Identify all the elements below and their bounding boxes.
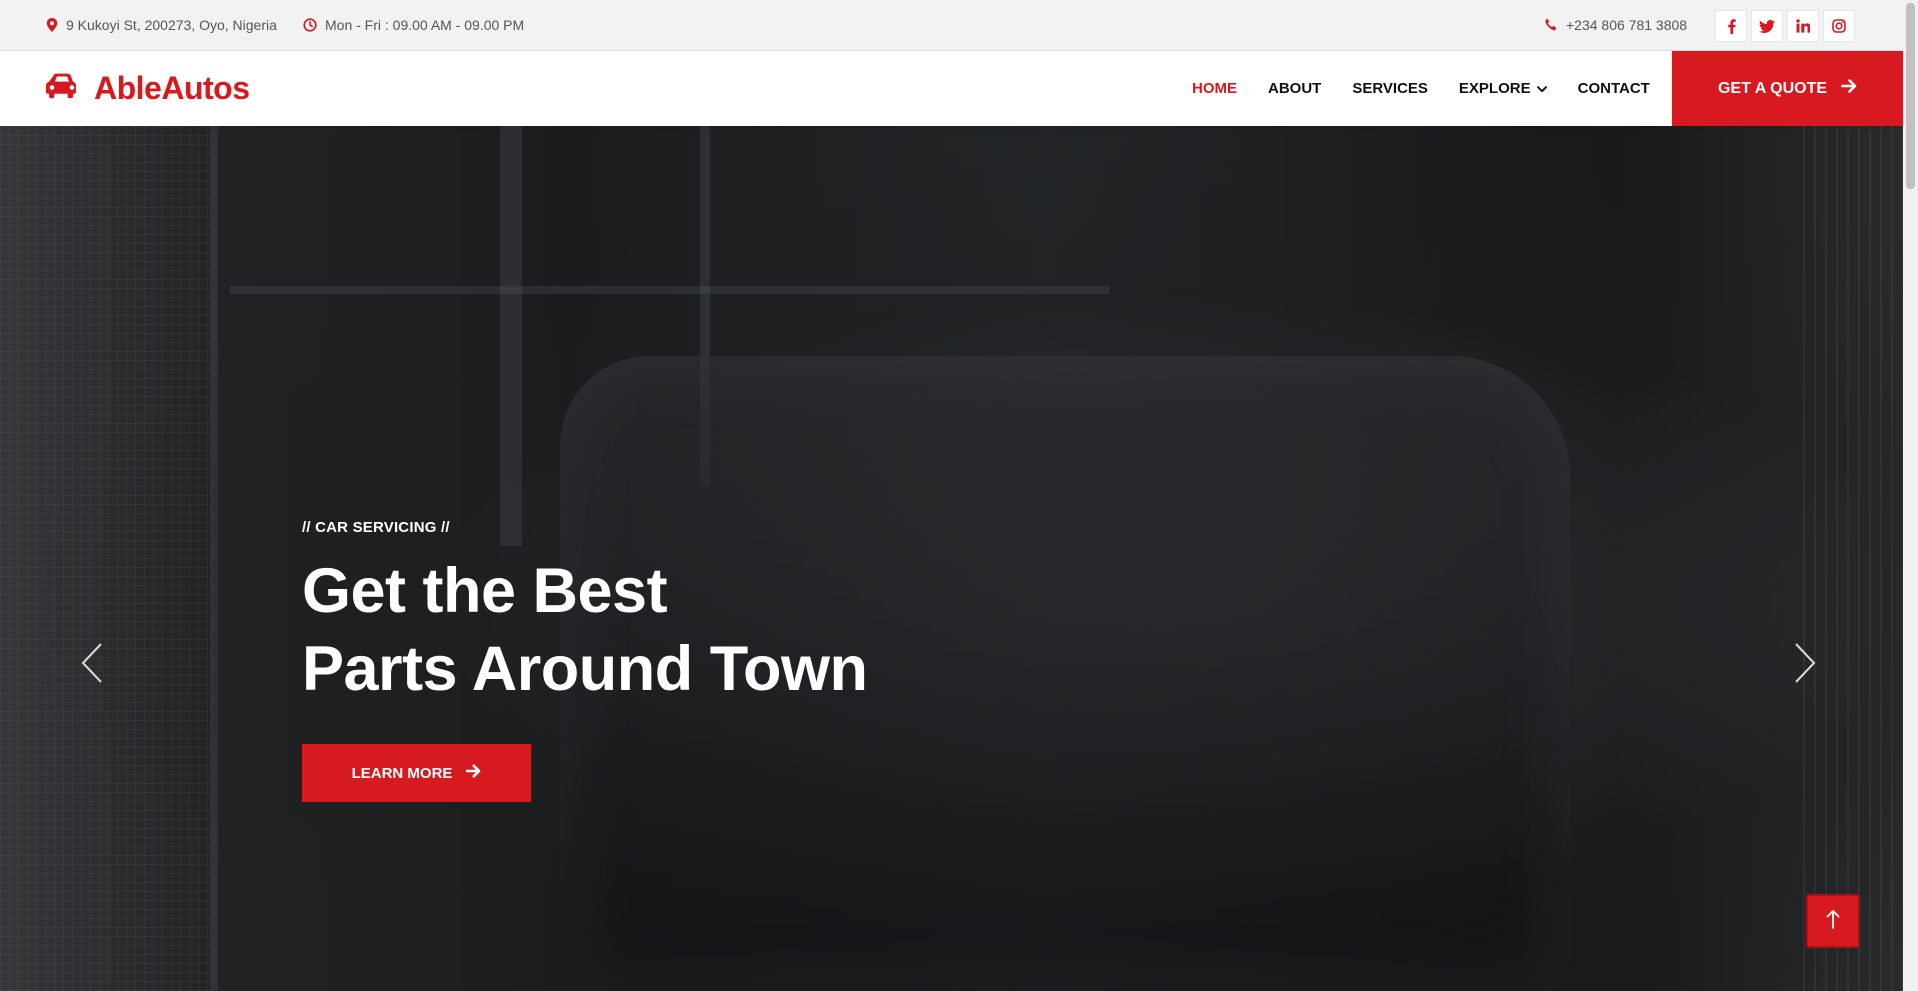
nav-item-label: SERVICES — [1352, 80, 1428, 97]
phone-icon — [1544, 18, 1558, 32]
address-text: 9 Kukoyi St, 200273, Oyo, Nigeria — [66, 17, 277, 33]
chevron-down-icon — [1536, 80, 1547, 97]
nav-item-about[interactable]: ABOUT — [1268, 80, 1321, 97]
main-navbar: AbleAutos HOME ABOUT SERVICES EXPLORE CO… — [0, 51, 1903, 126]
nav-item-home[interactable]: HOME — [1192, 80, 1237, 97]
back-to-top-button[interactable] — [1806, 894, 1860, 948]
brand-logo[interactable]: AbleAutos — [46, 51, 250, 126]
facebook-icon[interactable] — [1715, 10, 1747, 42]
top-info-bar: 9 Kukoyi St, 200273, Oyo, Nigeria Mon - … — [0, 0, 1903, 51]
hero-content: // CAR SERVICING // Get the Best Parts A… — [302, 519, 868, 802]
address-info: 9 Kukoyi St, 200273, Oyo, Nigeria — [46, 0, 277, 50]
clock-icon — [303, 18, 317, 32]
arrow-right-icon — [466, 764, 481, 782]
hours-info: Mon - Fri : 09.00 AM - 09.00 PM — [303, 0, 524, 50]
nav-item-label: HOME — [1192, 80, 1237, 97]
nav-item-contact[interactable]: CONTACT — [1578, 80, 1650, 97]
arrow-up-icon — [1826, 909, 1840, 934]
hero-headline-line: Parts Around Town — [302, 634, 868, 704]
linkedin-icon[interactable] — [1787, 10, 1819, 42]
slider-prev-arrow[interactable] — [81, 642, 103, 689]
hero-headline-line: Get the Best — [302, 556, 668, 626]
social-links — [1715, 10, 1855, 42]
hero-overlay — [0, 126, 1903, 991]
hero-headline: Get the Best Parts Around Town — [302, 552, 868, 708]
nav-item-label: EXPLORE — [1458, 80, 1531, 97]
slider-next-arrow[interactable] — [1794, 642, 1816, 689]
nav-item-explore[interactable]: EXPLORE — [1459, 80, 1547, 97]
quote-button-label: GET A QUOTE — [1717, 79, 1828, 97]
learn-more-button[interactable]: LEARN MORE — [302, 744, 531, 802]
hero-kicker: // CAR SERVICING // — [302, 519, 450, 536]
scrollbar-thumb[interactable] — [1906, 3, 1915, 189]
phone-text[interactable]: +234 806 781 3808 — [1566, 17, 1687, 33]
nav-item-label: ABOUT — [1268, 80, 1322, 97]
map-pin-icon — [46, 18, 58, 32]
twitter-icon[interactable] — [1751, 10, 1783, 42]
phone-info[interactable]: +234 806 781 3808 — [1544, 0, 1687, 50]
nav-menu: HOME ABOUT SERVICES EXPLORE CONTACT — [1192, 51, 1681, 126]
instagram-icon[interactable] — [1823, 10, 1855, 42]
brand-name: AbleAutos — [94, 70, 250, 106]
arrow-right-icon — [1840, 79, 1857, 98]
nav-item-services[interactable]: SERVICES — [1352, 80, 1428, 97]
nav-item-label: CONTACT — [1577, 80, 1650, 97]
car-icon — [46, 73, 78, 104]
page-scrollbar[interactable] — [1903, 0, 1918, 991]
get-a-quote-button[interactable]: GET A QUOTE — [1672, 51, 1903, 126]
hero-slider: // CAR SERVICING // Get the Best Parts A… — [0, 126, 1903, 991]
learn-more-label: LEARN MORE — [351, 764, 453, 782]
hours-text: Mon - Fri : 09.00 AM - 09.00 PM — [325, 17, 525, 33]
